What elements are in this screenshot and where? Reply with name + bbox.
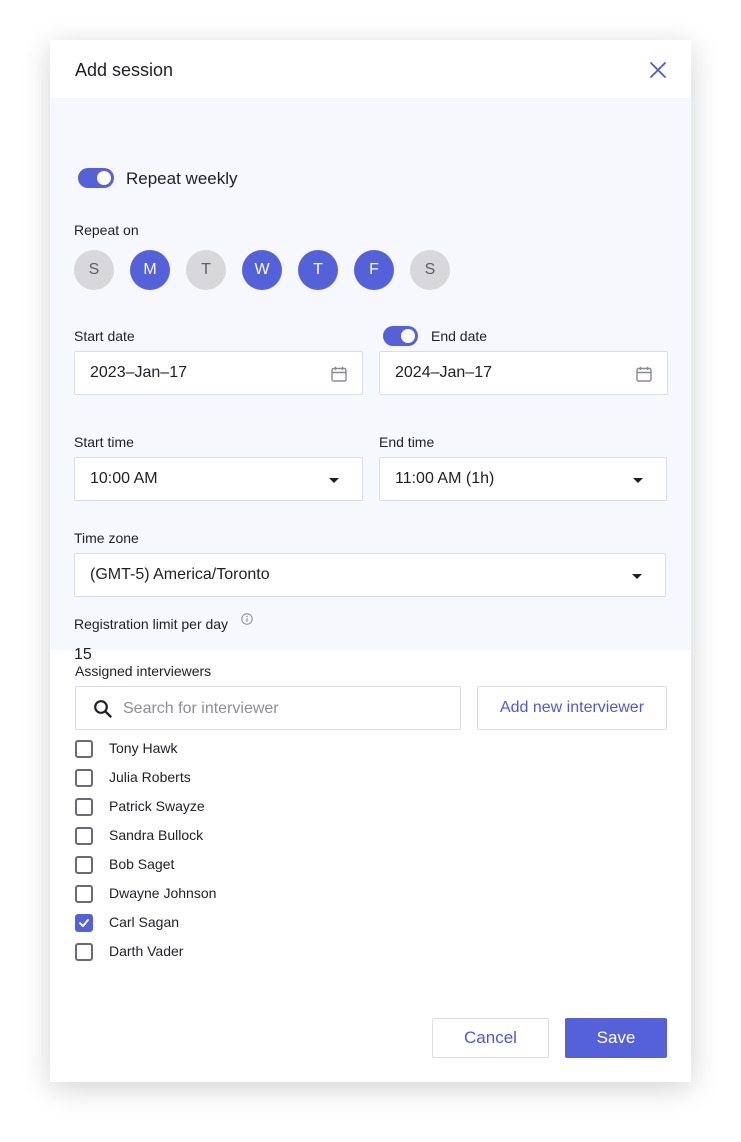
time-zone-select[interactable]: (GMT-5) America/Toronto <box>74 553 666 597</box>
search-icon <box>94 700 112 718</box>
checkbox[interactable] <box>75 798 93 816</box>
toggle-knob <box>401 329 415 343</box>
day-thursday[interactable]: T <box>298 250 338 290</box>
list-item[interactable]: Bob Saget <box>75 855 375 875</box>
dialog-header: Add session <box>50 40 691 98</box>
registration-limit-value: 15 <box>74 646 92 663</box>
interviewer-name: Carl Sagan <box>109 914 180 930</box>
day-wednesday[interactable]: W <box>242 250 282 290</box>
interviewer-name: Julia Roberts <box>109 769 191 785</box>
interviewer-name: Tony Hawk <box>109 740 178 756</box>
repeat-on-label: Repeat on <box>74 222 139 238</box>
start-time-select[interactable]: 10:00 AM <box>74 457 363 501</box>
checkbox[interactable] <box>75 740 93 758</box>
day-friday[interactable]: F <box>354 250 394 290</box>
chevron-down-icon <box>633 478 643 483</box>
interviewer-name: Sandra Bullock <box>109 827 204 843</box>
day-letter: W <box>254 261 270 278</box>
close-button[interactable] <box>647 59 669 81</box>
end-date-toggle[interactable] <box>383 326 418 346</box>
day-letter: T <box>201 261 211 278</box>
end-date-field[interactable]: 2024–Jan–17 <box>379 351 668 395</box>
assigned-interviewers-label: Assigned interviewers <box>75 663 212 679</box>
interviewer-search <box>75 686 461 730</box>
end-time-label: End time <box>379 434 435 450</box>
interviewer-name: Darth Vader <box>109 943 184 959</box>
end-time-value: 11:00 AM (1h) <box>395 470 495 487</box>
add-new-interviewer-button[interactable]: Add new interviewer <box>477 686 667 730</box>
day-monday[interactable]: M <box>130 250 170 290</box>
list-item[interactable]: Dwayne Johnson <box>75 884 375 904</box>
checkbox[interactable] <box>75 943 93 961</box>
day-letter: F <box>369 261 379 278</box>
calendar-icon[interactable] <box>330 365 348 383</box>
checkbox[interactable] <box>75 856 93 874</box>
list-item[interactable]: Sandra Bullock <box>75 826 375 846</box>
day-letter: M <box>143 261 157 278</box>
interviewer-name: Dwayne Johnson <box>109 885 217 901</box>
start-date-label: Start date <box>74 328 135 344</box>
chevron-down-icon <box>632 574 642 579</box>
day-letter: S <box>88 261 100 278</box>
list-item[interactable]: Julia Roberts <box>75 768 375 788</box>
chevron-down-icon <box>329 478 339 483</box>
time-zone-label: Time zone <box>74 530 139 546</box>
checkbox[interactable] <box>75 914 93 932</box>
registration-limit-label: Registration limit per day <box>74 616 229 632</box>
checkbox[interactable] <box>75 769 93 787</box>
day-tuesday[interactable]: T <box>186 250 226 290</box>
time-zone-value: (GMT-5) America/Toronto <box>90 566 270 583</box>
dialog-title: Add session <box>75 60 174 80</box>
day-letter: S <box>424 261 436 278</box>
close-icon <box>650 62 666 78</box>
end-date-label: End date <box>431 328 488 344</box>
info-icon[interactable] <box>241 613 253 625</box>
cancel-button[interactable]: Cancel <box>432 1018 549 1058</box>
day-sunday[interactable]: S <box>74 250 114 290</box>
search-input[interactable] <box>123 698 443 720</box>
repeat-weekly-label: Repeat weekly <box>126 169 238 188</box>
toggle-knob <box>97 171 111 185</box>
list-item[interactable]: Patrick Swayze <box>75 797 375 817</box>
start-date-field[interactable]: 2023–Jan–17 <box>74 351 363 395</box>
checkbox[interactable] <box>75 885 93 903</box>
list-item[interactable]: Carl Sagan <box>75 913 375 933</box>
day-saturday[interactable]: S <box>410 250 450 290</box>
list-item[interactable]: Tony Hawk <box>75 739 375 759</box>
start-time-label: Start time <box>74 434 134 450</box>
interviewer-name: Patrick Swayze <box>109 798 205 814</box>
start-date-value: 2023–Jan–17 <box>90 364 187 381</box>
checkmark-icon <box>79 919 89 927</box>
end-time-select[interactable]: 11:00 AM (1h) <box>379 457 667 501</box>
start-time-value: 10:00 AM <box>90 470 158 487</box>
add-session-dialog: Add session Repeat weekly Repeat on S M … <box>50 40 691 1082</box>
day-letter: T <box>313 261 323 278</box>
repeat-weekly-toggle[interactable] <box>78 168 114 188</box>
interviewer-name: Bob Saget <box>109 856 175 872</box>
end-date-value: 2024–Jan–17 <box>395 364 492 381</box>
calendar-icon[interactable] <box>635 365 653 383</box>
list-item[interactable]: Darth Vader <box>75 942 375 962</box>
checkbox[interactable] <box>75 827 93 845</box>
session-settings-panel: Repeat weekly Repeat on S M T W T F S St… <box>50 98 691 663</box>
save-button[interactable]: Save <box>565 1018 667 1058</box>
